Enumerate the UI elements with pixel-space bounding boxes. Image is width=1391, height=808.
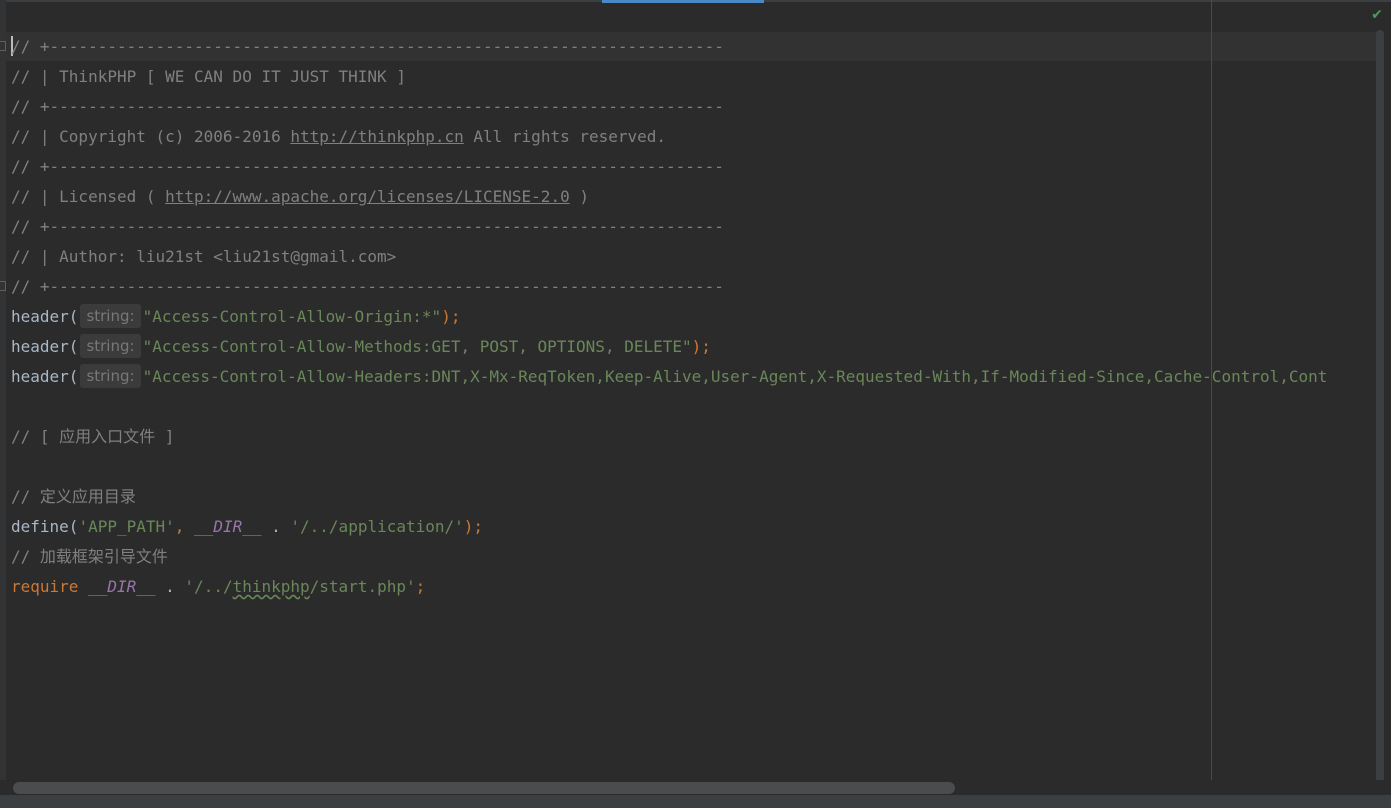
- param-hint: string:: [80, 364, 141, 388]
- require-path-post: /start.php': [309, 577, 416, 596]
- code-line-1[interactable]: <hp: [11, 2, 1383, 32]
- code-line-4[interactable]: // +------------------------------------…: [11, 92, 1383, 122]
- define-fn: define(: [11, 517, 79, 536]
- statement-end: );: [441, 307, 461, 326]
- statement-end: );: [463, 517, 484, 536]
- code-line-19[interactable]: // 加载框架引导文件: [11, 542, 1383, 572]
- double-check-icon[interactable]: ✔: [1368, 6, 1386, 24]
- code-line-18[interactable]: define('APP_PATH', __DIR__ . '/../applic…: [11, 512, 1383, 542]
- code-line-12[interactable]: header(string: "Access-Control-Allow-Meth…: [11, 332, 1383, 362]
- license-prefix: // | Licensed (: [11, 187, 166, 206]
- gutter[interactable]: [0, 0, 6, 808]
- horizontal-scrollbar[interactable]: [13, 782, 955, 794]
- header-fn: header(: [11, 367, 79, 386]
- dir-constant: __DIR__: [194, 517, 262, 536]
- param-hint: string:: [80, 334, 141, 358]
- editor-bottom-border: [0, 795, 1391, 808]
- header-methods-string: "Access-Control-Allow-Methods:GET, POST,…: [142, 337, 692, 356]
- code-line-20[interactable]: require __DIR__ . '/../thinkphp/start.ph…: [11, 572, 1383, 602]
- fold-start-icon[interactable]: [0, 41, 6, 51]
- copyright-prefix: // | Copyright (c) 2006-2016: [11, 127, 291, 146]
- header-headers-string: "Access-Control-Allow-Headers:DNT,X-Mx-R…: [142, 367, 1328, 386]
- code-line-9[interactable]: // | Author: liu21st <liu21st@gmail.com>: [11, 242, 1383, 272]
- dir-constant: __DIR__: [88, 577, 156, 596]
- header-origin-string: "Access-Control-Allow-Origin:*": [142, 307, 442, 326]
- code-line-2[interactable]: // +------------------------------------…: [11, 32, 1383, 62]
- require-keyword: require: [11, 577, 79, 596]
- semicolon: ;: [415, 577, 426, 596]
- define-path: '/../application/': [290, 517, 464, 536]
- copyright-suffix: All rights reserved.: [463, 127, 667, 146]
- code-line-13[interactable]: header(string: "Access-Control-Allow-Head…: [11, 362, 1383, 392]
- code-line-10[interactable]: // +------------------------------------…: [11, 272, 1383, 302]
- license-suffix: ): [569, 187, 589, 206]
- code-line-8[interactable]: // +------------------------------------…: [11, 212, 1383, 242]
- require-path-typo: thinkphp: [232, 577, 310, 596]
- concat-op: .: [155, 577, 185, 596]
- code-line-6[interactable]: // +------------------------------------…: [11, 152, 1383, 182]
- comma: ,: [174, 517, 185, 536]
- code-line-5[interactable]: // | Copyright (c) 2006-2016 http://thin…: [11, 122, 1383, 152]
- code-line-15[interactable]: // [ 应用入口文件 ]: [11, 422, 1383, 452]
- fold-end-icon[interactable]: [0, 281, 6, 291]
- vertical-scrollbar[interactable]: [1376, 30, 1384, 785]
- define-name: 'APP_PATH': [78, 517, 175, 536]
- statement-end: );: [691, 337, 711, 356]
- require-path-pre: '/../: [184, 577, 233, 596]
- copyright-link[interactable]: http://thinkphp.cn: [290, 127, 463, 146]
- code-line-7[interactable]: // | Licensed ( http://www.apache.org/li…: [11, 182, 1383, 212]
- license-link[interactable]: http://www.apache.org/licenses/LICENSE-2…: [165, 187, 570, 206]
- code-line-11[interactable]: header(string: "Access-Control-Allow-Orig…: [11, 302, 1383, 332]
- header-fn: header(: [11, 337, 79, 356]
- concat-op: .: [261, 517, 291, 536]
- code-line-17[interactable]: // 定义应用目录: [11, 482, 1383, 512]
- header-fn: header(: [11, 307, 79, 326]
- param-hint: string:: [80, 304, 141, 328]
- code-line-3[interactable]: // | ThinkPHP [ WE CAN DO IT JUST THINK …: [11, 62, 1383, 92]
